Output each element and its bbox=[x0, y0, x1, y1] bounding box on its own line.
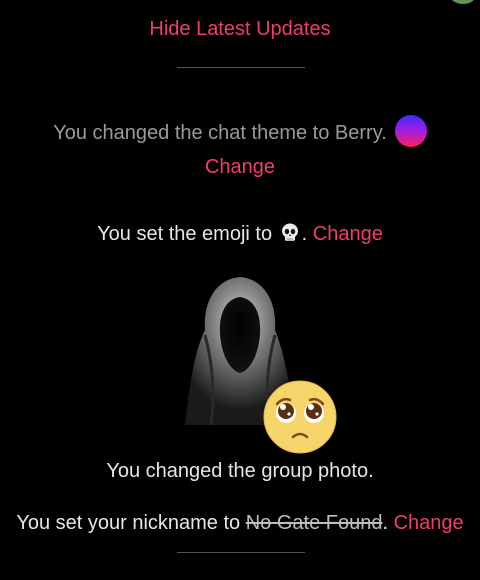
pleading-face-emoji-icon bbox=[263, 380, 337, 454]
theme-change-row: Change bbox=[0, 156, 480, 179]
emoji-update-text: You set the emoji to bbox=[97, 223, 273, 245]
nickname-value: No Gate Found bbox=[245, 512, 383, 534]
skull-emoji-icon bbox=[281, 223, 298, 241]
theme-update-message: You changed the chat theme to Berry. bbox=[0, 115, 480, 147]
nickname-update-message: You set your nickname to No Gate Found. … bbox=[0, 512, 480, 535]
berry-theme-icon bbox=[394, 115, 427, 147]
avatar[interactable] bbox=[450, 0, 476, 4]
change-emoji-link[interactable]: Change bbox=[313, 223, 383, 245]
change-nickname-link[interactable]: Change bbox=[394, 512, 464, 534]
divider bbox=[177, 552, 305, 553]
change-theme-link[interactable]: Change bbox=[205, 156, 275, 178]
emoji-period: . bbox=[301, 223, 308, 245]
nickname-period: . bbox=[382, 512, 389, 534]
divider bbox=[177, 67, 305, 68]
group-photo-update-text: You changed the group photo. bbox=[106, 460, 374, 482]
chat-updates-screen: Hide Latest Updates You changed the chat… bbox=[0, 0, 480, 580]
group-photo-update-message: You changed the group photo. bbox=[0, 460, 480, 483]
hide-latest-updates-link[interactable]: Hide Latest Updates bbox=[0, 18, 480, 41]
emoji-update-message: You set the emoji to . Change bbox=[0, 222, 480, 246]
theme-update-text: You changed the chat theme to Berry. bbox=[53, 122, 387, 144]
nickname-update-text: You set your nickname to bbox=[16, 512, 246, 534]
